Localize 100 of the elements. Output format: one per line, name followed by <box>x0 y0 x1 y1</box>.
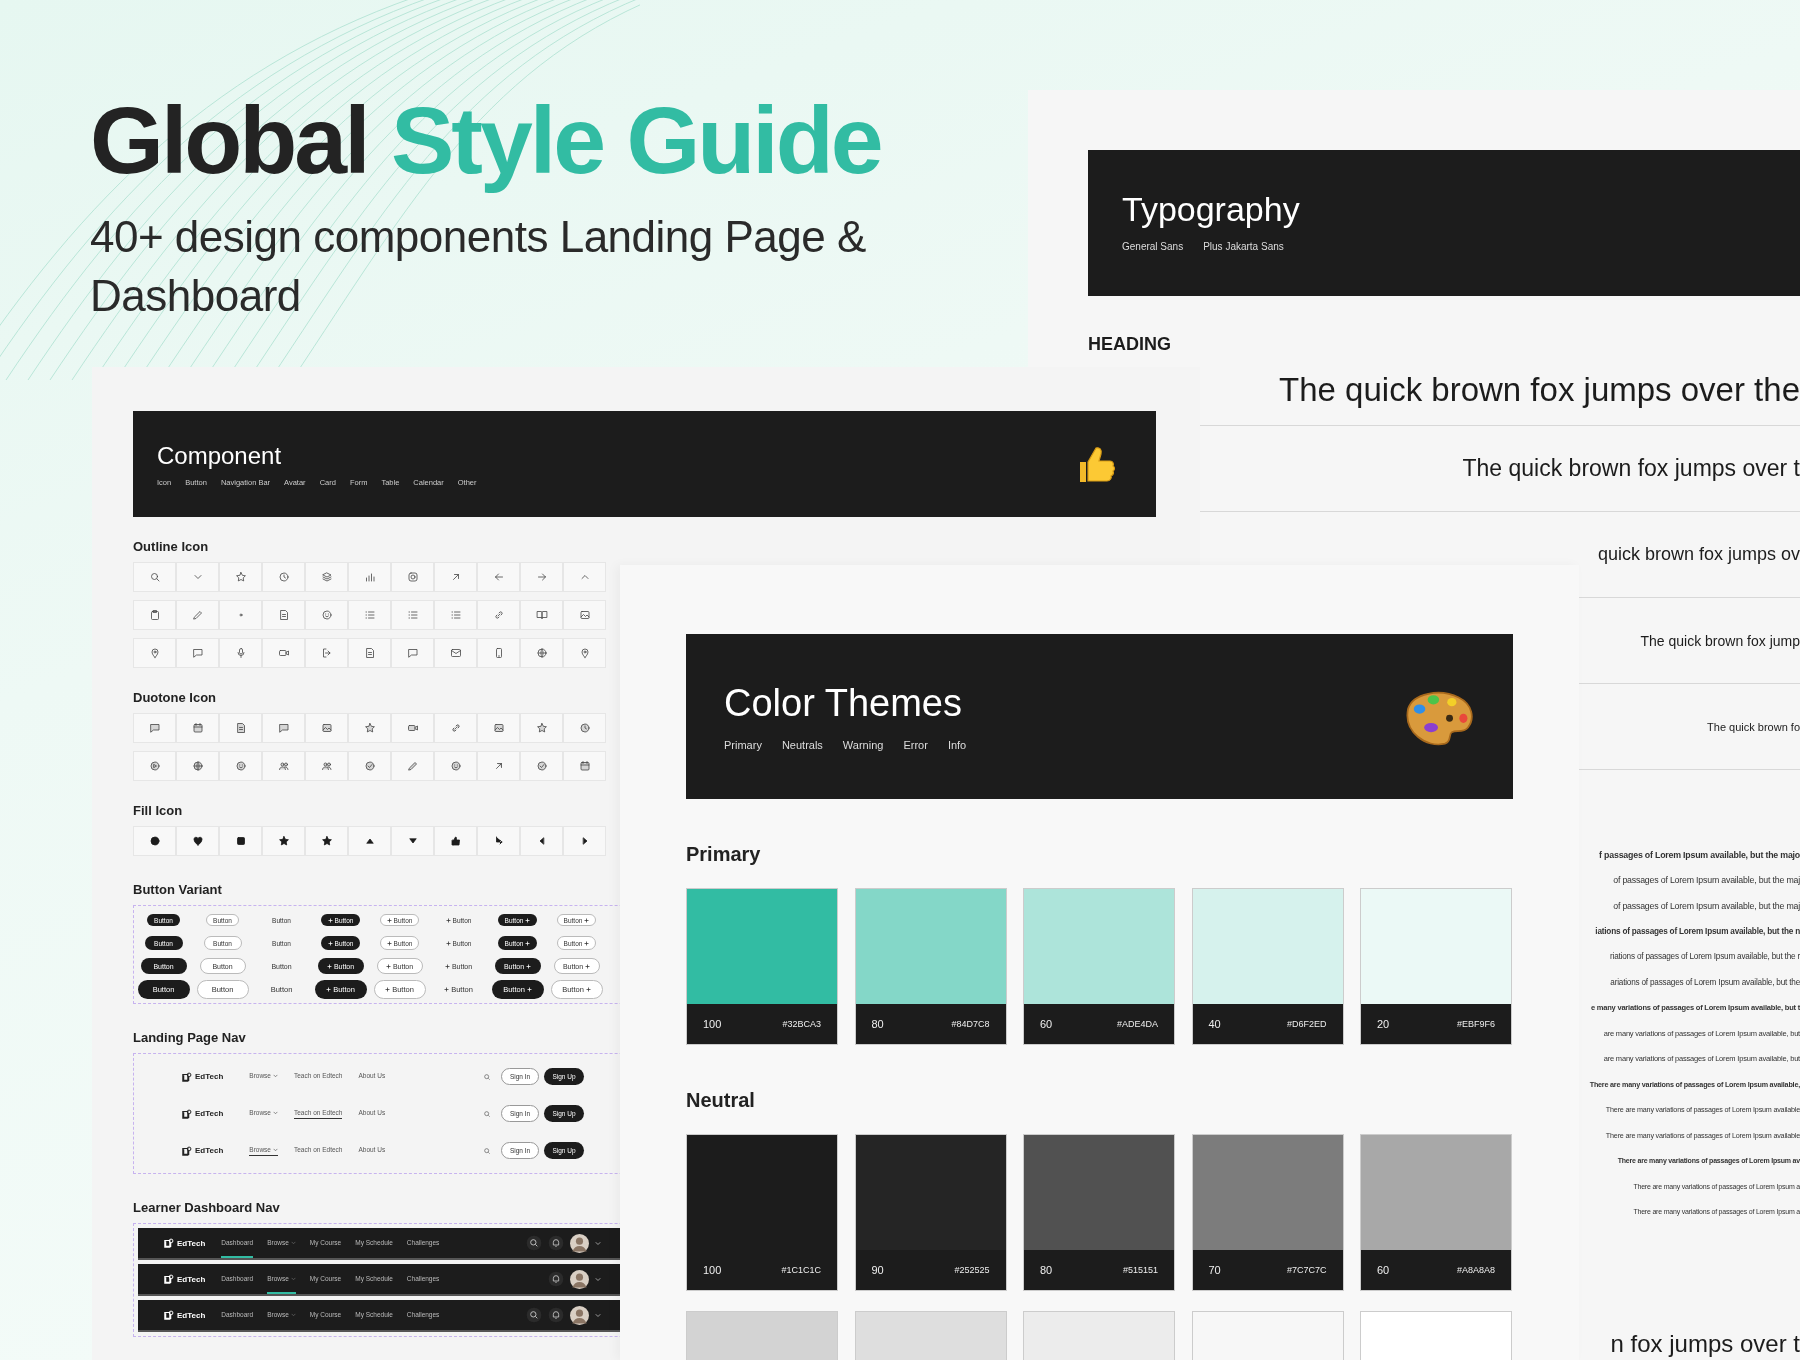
bell-icon[interactable] <box>548 1307 565 1323</box>
section-title: Fill Icon <box>133 803 183 818</box>
play-icon <box>148 760 161 772</box>
plus-icon <box>326 986 332 992</box>
brand-name: EdTech <box>195 1109 224 1118</box>
plus-icon <box>525 917 531 923</box>
section-title: Button Variant <box>133 882 222 897</box>
swatch-step: 80 <box>1040 1264 1053 1276</box>
section-title: Neutral <box>686 1089 756 1112</box>
avatar-icon[interactable] <box>570 1305 590 1325</box>
swatch-hex: #252525 <box>954 1265 990 1275</box>
chevron-down-icon[interactable] <box>595 1240 602 1246</box>
list-icon <box>363 609 376 621</box>
swatch-hex: #D6F2ED <box>1287 1019 1327 1029</box>
plus-icon <box>385 986 391 992</box>
video-icon <box>277 647 290 659</box>
section-tab[interactable]: Warning <box>842 739 884 751</box>
star-icon <box>277 835 290 847</box>
font-tab[interactable]: General Sans <box>1122 241 1184 252</box>
clock-icon <box>277 571 290 583</box>
font-tab[interactable]: Plus Jakarta Sans <box>1203 241 1284 252</box>
clock-icon <box>578 722 591 734</box>
pen-icon <box>406 760 419 772</box>
arrow-left-icon <box>492 571 505 583</box>
swatch-step: 100 <box>703 1018 722 1030</box>
body-sample: of passages of Lorem Ipsum available, but the maj <box>1613 900 1800 911</box>
chevron-down-icon <box>290 1311 296 1317</box>
layers-icon <box>320 571 333 583</box>
type-sample: quick brown fox jumps ov <box>1597 544 1800 565</box>
search-icon[interactable] <box>526 1235 543 1251</box>
body-sample: iations of passages of Lorem Ipsum available, but the n <box>1595 926 1800 936</box>
search-icon <box>148 571 161 583</box>
swatch-step: 100 <box>703 1264 722 1276</box>
avatar-icon[interactable] <box>570 1233 590 1253</box>
image-icon <box>320 722 333 734</box>
swatch-step: 90 <box>871 1264 884 1276</box>
type-sample: The quick brown fo <box>1707 720 1800 733</box>
page-title: Global Style Guide <box>90 88 882 193</box>
logo-icon <box>182 1145 192 1156</box>
list-icon <box>406 609 419 621</box>
chevron-down-icon[interactable] <box>595 1276 602 1282</box>
globe-icon <box>535 647 548 659</box>
section-tab[interactable]: Neutrals <box>781 739 823 751</box>
section-tab[interactable]: Primary <box>724 739 762 751</box>
swatch-hex: #1C1C1C <box>781 1265 821 1275</box>
clipboard-icon <box>148 609 161 621</box>
section-title: Outline Icon <box>133 539 209 554</box>
plus-icon <box>584 940 590 946</box>
star-icon <box>535 722 548 734</box>
document-icon <box>234 722 247 734</box>
chat-icon <box>191 647 204 659</box>
plus-icon <box>584 917 590 923</box>
logout-icon <box>320 647 333 659</box>
logo-icon <box>164 1238 174 1248</box>
type-sample: The quick brown fox jumps over t <box>1462 455 1800 482</box>
body-sample: f passages of Lorem Ipsum available, but the majo <box>1599 849 1800 860</box>
chevron-down-icon <box>290 1239 296 1245</box>
section-title: Landing Page Nav <box>133 1030 246 1045</box>
plus-icon <box>386 940 392 946</box>
camera-icon <box>406 571 419 583</box>
type-sample: The quick brown fox jump <box>1640 632 1800 649</box>
type-sample: The quick brown fox jumps over the <box>1279 371 1800 409</box>
panel-title: Typography <box>1122 190 1301 229</box>
image-icon <box>492 722 505 734</box>
swatch-step: 40 <box>1208 1018 1221 1030</box>
star-icon <box>363 722 376 734</box>
link-icon <box>492 609 505 621</box>
chevron-down-icon[interactable] <box>595 1312 602 1318</box>
plus-icon <box>444 963 450 969</box>
chevron-down-icon <box>273 1109 278 1115</box>
avatar-icon[interactable] <box>570 1269 590 1289</box>
bar-chart-icon <box>363 571 376 583</box>
plus-icon <box>327 940 333 946</box>
chevron-down-icon <box>290 1275 296 1281</box>
plus-icon <box>585 986 591 992</box>
section-tab[interactable]: Error <box>903 739 928 751</box>
plus-icon <box>585 963 591 969</box>
bell-icon[interactable] <box>548 1271 565 1287</box>
star-icon <box>234 571 247 583</box>
swatch-hex: #32BCA3 <box>782 1019 821 1029</box>
image-icon <box>578 609 591 621</box>
document-icon <box>277 609 290 621</box>
search-icon[interactable] <box>526 1307 543 1323</box>
chevron-down-icon <box>273 1146 278 1152</box>
users-icon <box>277 760 290 772</box>
swatch-hex: #ADE4DA <box>1116 1019 1158 1029</box>
logo-icon <box>182 1108 192 1119</box>
swatch-step: 80 <box>871 1018 884 1030</box>
book-icon <box>535 609 548 621</box>
heart-icon <box>191 835 204 847</box>
arrow-right-icon <box>535 571 548 583</box>
brand-name: EdTech <box>195 1072 224 1081</box>
plus-icon <box>525 940 531 946</box>
section-tab[interactable]: Info <box>947 739 967 751</box>
brand-name: EdTech <box>177 1238 206 1248</box>
globe-icon <box>191 760 204 772</box>
plus-icon <box>327 917 333 923</box>
calendar-icon <box>578 760 591 772</box>
bell-icon[interactable] <box>548 1235 565 1251</box>
check-circle-icon <box>363 760 376 772</box>
